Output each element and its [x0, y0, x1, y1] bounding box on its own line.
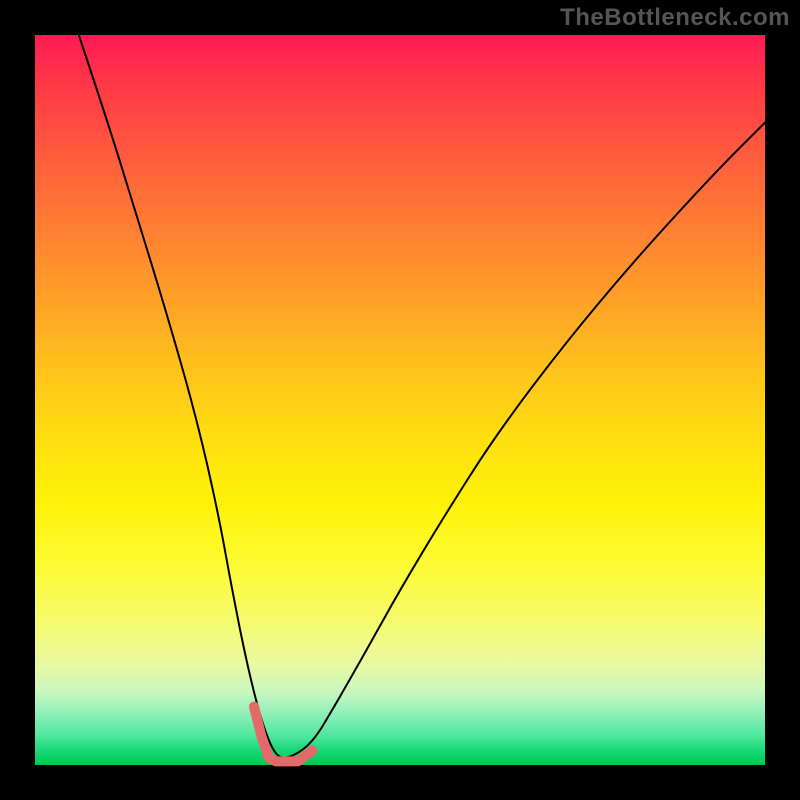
bottleneck-curve: [79, 35, 765, 758]
plot-area: [35, 35, 765, 765]
chart-frame: TheBottleneck.com: [0, 0, 800, 800]
highlight-region: [254, 707, 312, 762]
curve-layer: [35, 35, 765, 765]
watermark-label: TheBottleneck.com: [560, 4, 790, 32]
